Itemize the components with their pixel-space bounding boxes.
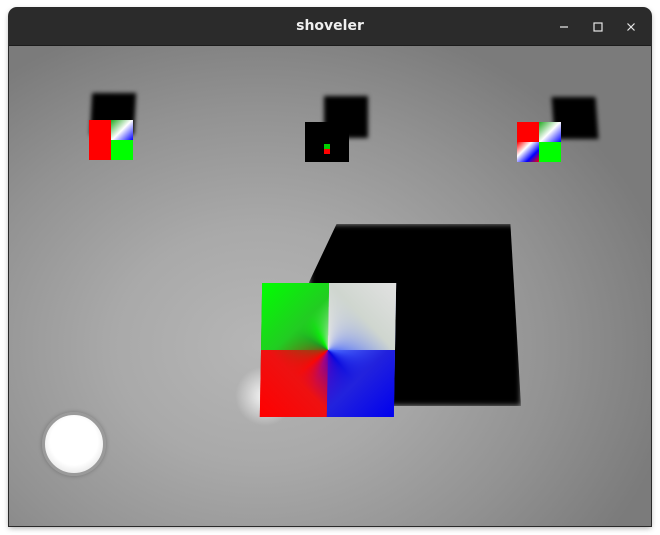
minimize-icon — [560, 26, 568, 28]
small-cube-left — [89, 120, 133, 160]
minimize-button[interactable] — [553, 16, 575, 38]
small-cube-center — [305, 122, 349, 162]
maximize-icon — [593, 22, 603, 32]
close-icon — [627, 23, 635, 31]
game-canvas[interactable] — [9, 46, 651, 526]
close-button[interactable] — [620, 16, 642, 38]
maximize-button[interactable] — [587, 16, 609, 38]
small-cube-right — [517, 122, 561, 162]
app-window: shoveler — [9, 8, 651, 526]
big-cube — [259, 283, 397, 417]
title-bar[interactable]: shoveler — [9, 8, 651, 46]
touch-joystick[interactable] — [42, 412, 106, 476]
